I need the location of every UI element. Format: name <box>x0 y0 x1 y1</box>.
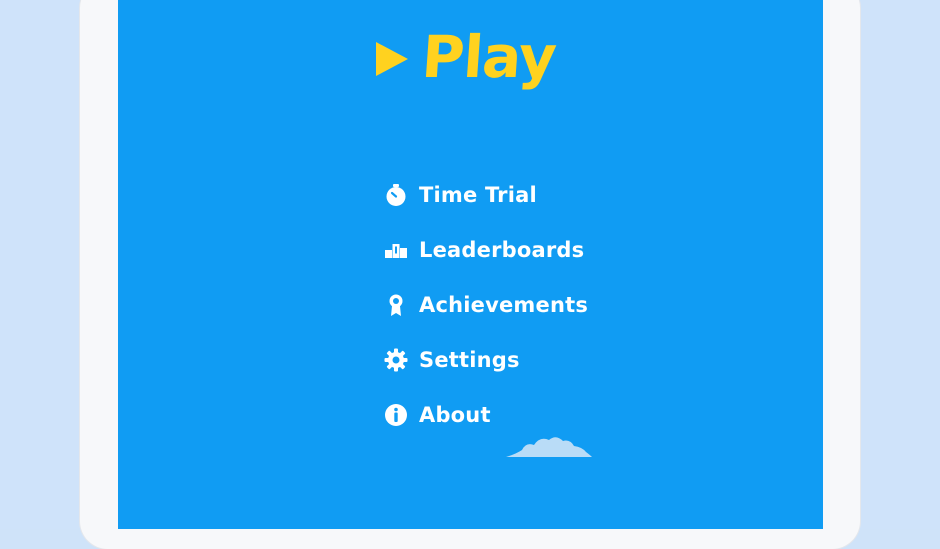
gear-icon <box>384 348 408 372</box>
cloud-decoration <box>506 437 592 457</box>
leaderboards-label: Leaderboards <box>419 237 585 262</box>
settings-label: Settings <box>419 347 520 372</box>
time-trial-label: Time Trial <box>419 182 537 207</box>
leaderboards-button[interactable]: Leaderboards <box>384 222 588 277</box>
stopwatch-icon <box>384 183 408 207</box>
settings-button[interactable]: Settings <box>384 332 588 387</box>
game-screen: Play Time Trial Leaderboards Achievement… <box>118 0 823 529</box>
achievements-button[interactable]: Achievements <box>384 277 588 332</box>
main-menu: Time Trial Leaderboards Achievements Set… <box>384 167 588 442</box>
time-trial-button[interactable]: Time Trial <box>384 167 588 222</box>
play-triangle-icon <box>376 42 408 76</box>
about-label: About <box>419 402 491 427</box>
achievements-label: Achievements <box>419 292 589 317</box>
ribbon-icon <box>384 293 408 317</box>
play-button[interactable]: Play <box>376 23 558 91</box>
podium-icon <box>384 238 408 262</box>
info-icon <box>384 403 408 427</box>
play-label: Play <box>419 23 558 91</box>
